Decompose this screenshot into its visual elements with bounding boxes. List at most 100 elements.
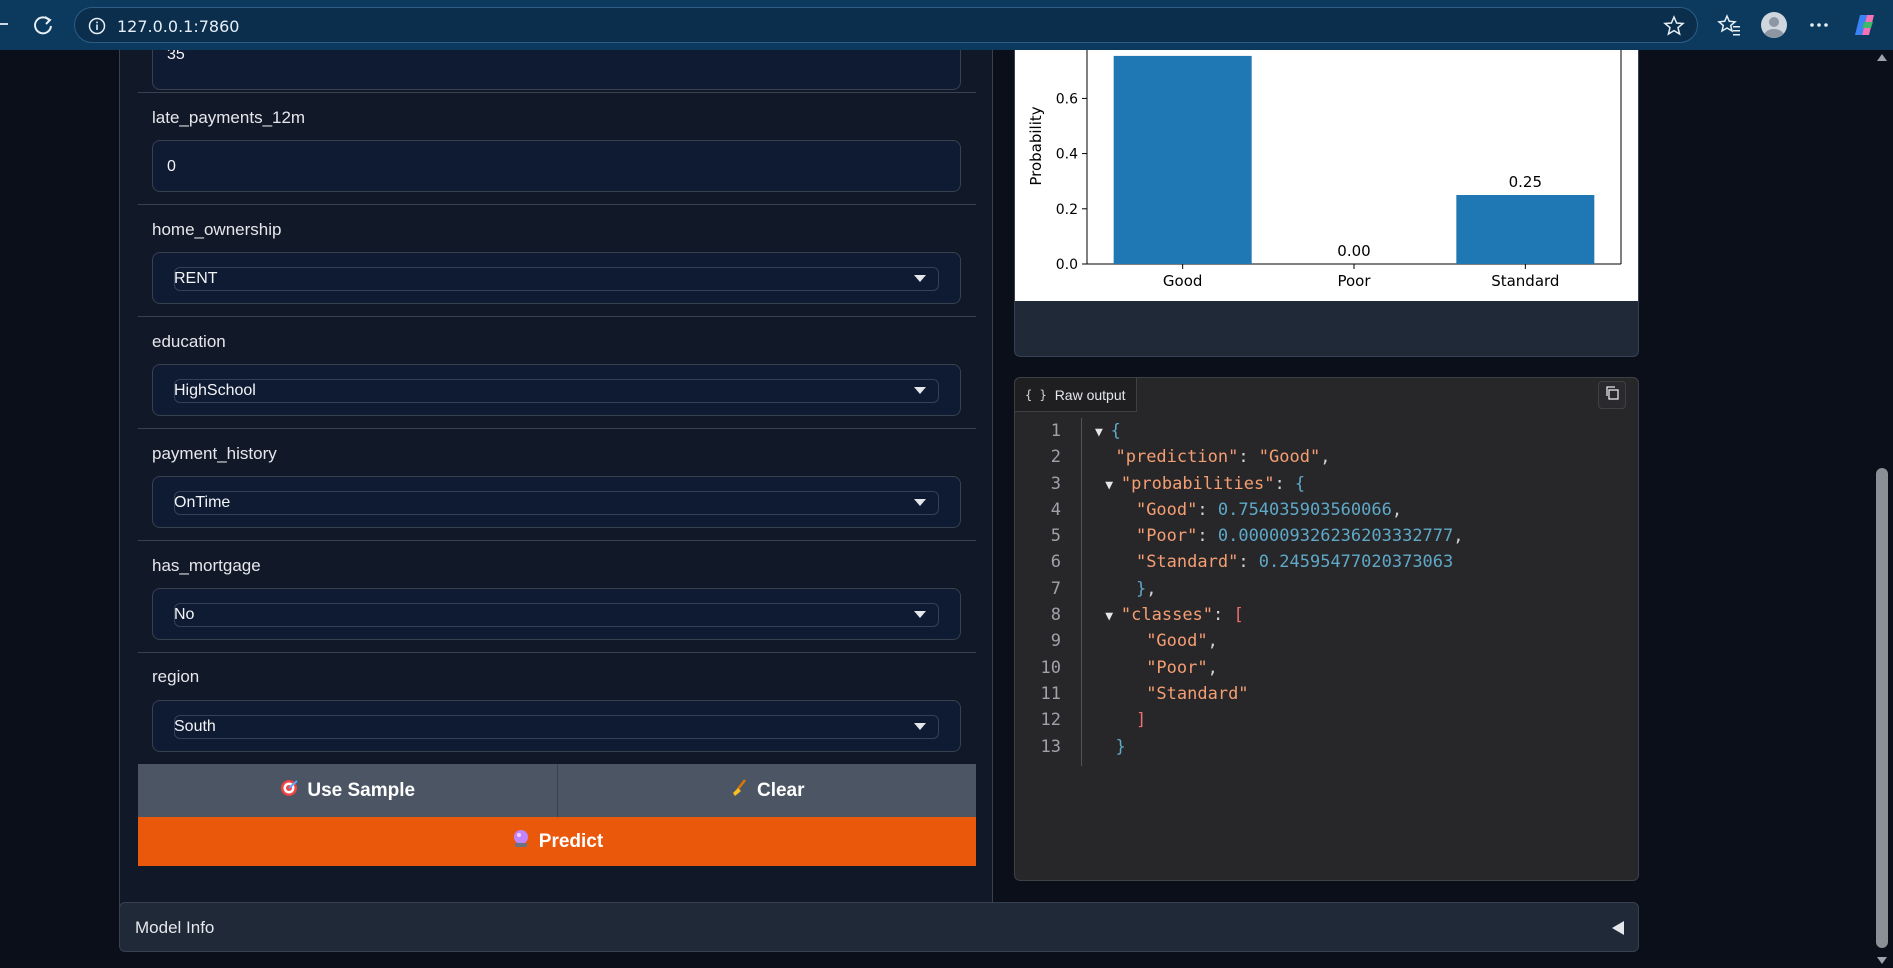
collapse-arrow-icon	[1612, 921, 1624, 935]
scroll-down-arrow-icon[interactable]	[1877, 957, 1887, 964]
code-line: 4 "Good": 0.754035903560066,	[1015, 497, 1638, 523]
code-line: 13 }	[1015, 734, 1638, 760]
has-mortgage-value: No	[174, 606, 195, 623]
address-bar[interactable]: 127.0.0.1:7860	[74, 7, 1698, 43]
code-token: "probabilities"	[1120, 473, 1275, 494]
x-tick-label: Standard	[1491, 272, 1559, 290]
code-token: :	[1238, 447, 1259, 468]
y-axis-label: Probability	[1027, 106, 1045, 185]
top-number-input[interactable]: 35	[152, 50, 961, 90]
has-mortgage-label: has_mortgage	[152, 556, 261, 575]
use-sample-label: Use Sample	[307, 779, 416, 801]
code-token: 0.24595477020373063	[1258, 552, 1454, 573]
home-ownership-value: RENT	[174, 270, 218, 287]
bar-good	[1113, 55, 1252, 265]
broom-icon	[729, 778, 749, 804]
crystal-ball-icon	[511, 829, 531, 855]
code-line: 1 ▼ {	[1015, 418, 1638, 444]
line-number: 2	[1050, 447, 1061, 468]
top-number-value: 35	[167, 50, 185, 63]
model-info-accordion[interactable]: Model Info	[119, 902, 1639, 952]
x-tick-label: Poor	[1337, 272, 1371, 290]
use-sample-button[interactable]: Use Sample	[138, 764, 558, 817]
reload-icon[interactable]	[30, 12, 56, 38]
region-dropdown[interactable]: South	[152, 700, 961, 752]
code-token: "Poor"	[1146, 657, 1208, 678]
chart-svg: 0.0 0.2 0.4 0.6 Probability Good Poor 0.00 Stand…	[1027, 50, 1622, 290]
home-ownership-dropdown[interactable]: RENT	[152, 252, 961, 304]
divider	[138, 92, 976, 93]
x-tick-label: Good	[1163, 272, 1203, 290]
profile-avatar[interactable]	[1761, 12, 1787, 38]
avatar	[1761, 12, 1787, 38]
site-info-icon[interactable]	[87, 16, 107, 36]
copy-button[interactable]	[1598, 381, 1626, 409]
line-number: 13	[1040, 736, 1061, 757]
code-token: {	[1294, 473, 1306, 494]
line-number: 7	[1050, 578, 1061, 599]
code-line: 10 "Poor",	[1015, 655, 1638, 681]
collapse-triangle-icon[interactable]: ▼	[1105, 609, 1121, 624]
y-tick-label: 0.2	[1056, 202, 1078, 218]
favorites-icon[interactable]	[1716, 12, 1742, 38]
bookmark-star-icon[interactable]	[1663, 15, 1685, 37]
chevron-down-icon	[914, 611, 926, 618]
code-token: :	[1213, 605, 1234, 626]
scroll-up-arrow-icon[interactable]	[1877, 54, 1887, 61]
line-number: 3	[1050, 473, 1061, 494]
code-line: 6 "Standard": 0.24595477020373063	[1015, 549, 1638, 575]
tab-edge	[0, 23, 8, 25]
dropdown-inner	[174, 603, 939, 627]
code-token: "Good"	[1146, 631, 1208, 652]
data-label: 0.25	[1509, 173, 1542, 191]
code-token: [	[1233, 605, 1244, 626]
late-payments-input[interactable]: 0	[152, 140, 961, 192]
clear-button[interactable]: Clear	[557, 764, 976, 817]
home-ownership-label: home_ownership	[152, 220, 282, 239]
divider	[138, 204, 976, 205]
raw-output-title: Raw output	[1054, 386, 1126, 403]
more-menu-icon[interactable]	[1806, 12, 1832, 38]
code-token: "classes"	[1120, 605, 1214, 626]
divider	[138, 316, 976, 317]
collapse-triangle-icon[interactable]: ▼	[1105, 478, 1121, 493]
code-text: }	[1095, 734, 1125, 760]
late-payments-label: late_payments_12m	[152, 108, 306, 127]
line-number: 10	[1040, 657, 1061, 678]
line-number: 1	[1050, 421, 1061, 441]
y-tick-label: 0.6	[1056, 91, 1078, 107]
page-scrollbar[interactable]	[1872, 50, 1893, 968]
code-line: 2 "prediction": "Good",	[1015, 444, 1638, 470]
y-tick-label: 0.4	[1056, 147, 1078, 163]
code-token: 0.754035903560066	[1217, 499, 1392, 520]
dropdown-inner	[174, 379, 939, 403]
code-token: ,	[1146, 578, 1157, 599]
code-line: 5 "Poor": 0.000009326236203332777,	[1015, 523, 1638, 549]
probability-chart: 0.0 0.2 0.4 0.6 Probability Good Poor 0.00 Stand…	[1015, 50, 1638, 301]
has-mortgage-dropdown[interactable]: No	[152, 588, 961, 640]
education-dropdown[interactable]: HighSchool	[152, 364, 961, 416]
code-text: "Poor",	[1095, 655, 1218, 681]
code-text: },	[1095, 576, 1157, 602]
scrollbar-thumb[interactable]	[1876, 468, 1888, 948]
code-text: "Good": 0.754035903560066,	[1095, 497, 1402, 523]
code-text: ▼ {	[1095, 418, 1121, 446]
code-token: "Standard"	[1146, 683, 1249, 704]
chevron-down-icon	[914, 275, 926, 282]
predict-label: Predict	[538, 830, 604, 852]
raw-output-card: { } Raw output 1 ▼ {2 "prediction": "Good…	[1014, 377, 1639, 881]
code-token: "Standard"	[1135, 552, 1239, 573]
code-token: }	[1135, 578, 1147, 599]
copilot-icon[interactable]	[1852, 12, 1878, 38]
predict-button[interactable]: Predict	[138, 817, 976, 866]
line-number: 6	[1050, 552, 1061, 573]
clear-label: Clear	[756, 779, 805, 801]
collapse-triangle-icon[interactable]: ▼	[1095, 425, 1111, 440]
code-text: "Standard"	[1095, 681, 1249, 707]
payment-history-dropdown[interactable]: OnTime	[152, 476, 961, 528]
